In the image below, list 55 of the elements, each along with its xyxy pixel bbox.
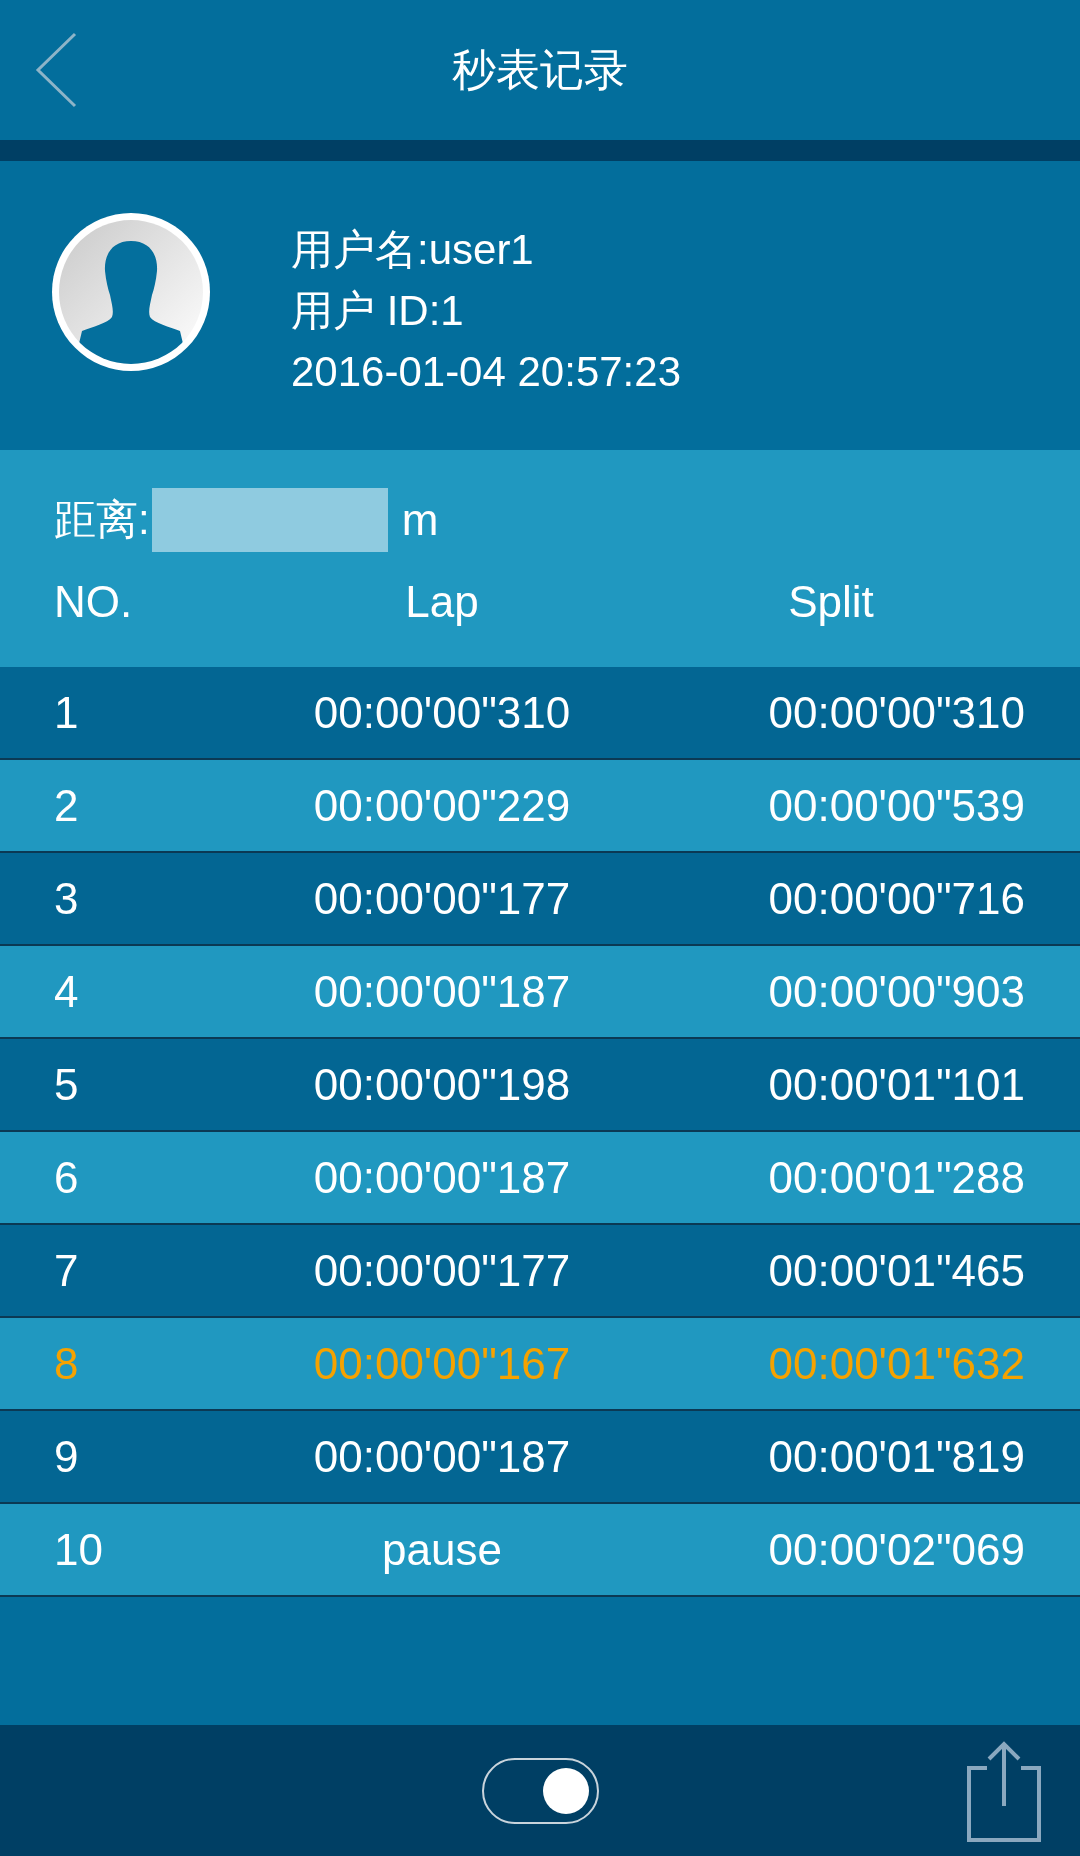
back-icon	[35, 32, 77, 108]
split-time: 00:00'00"903	[768, 966, 1025, 1016]
split-time: 00:00'01"632	[768, 1338, 1025, 1388]
lap-row[interactable]: 9 00:00'00"187 00:00'01"819	[0, 1411, 1080, 1504]
lap-time: 00:00'00"187	[313, 1152, 571, 1202]
lap-time: 00:00'00"187	[313, 1431, 571, 1481]
lap-number: 6	[54, 1152, 79, 1202]
page-title: 秒表记录	[452, 48, 628, 92]
lap-time: 00:00'00"167	[313, 1338, 571, 1388]
split-time: 00:00'01"288	[768, 1152, 1025, 1202]
lap-row[interactable]: 10 pause 00:00'02"069	[0, 1504, 1080, 1597]
lap-number: 10	[54, 1524, 103, 1574]
column-header: NO.	[54, 577, 133, 626]
avatar-icon	[52, 213, 210, 371]
lap-row[interactable]: 7 00:00'00"177 00:00'01"465	[0, 1225, 1080, 1318]
lap-row[interactable]: 3 00:00'00"177 00:00'00"716	[0, 853, 1080, 946]
lap-time: 00:00'00"310	[313, 687, 571, 737]
lap-row[interactable]: 6 00:00'00"187 00:00'01"288	[0, 1132, 1080, 1225]
lap-number: 4	[54, 966, 79, 1016]
split-time: 00:00'00"539	[768, 780, 1025, 830]
toggle-thumb-icon	[542, 1767, 589, 1814]
lap-row[interactable]: 5 00:00'00"198 00:00'01"101	[0, 1039, 1080, 1132]
share-button[interactable]	[966, 1739, 1042, 1843]
datetime-text: 2016-01-04 20:57:23	[291, 347, 681, 397]
distance-input-field[interactable]	[151, 488, 388, 552]
distance-label: 距离:	[54, 499, 150, 541]
lap-time: 00:00'00"177	[313, 873, 571, 923]
lap-time: 00:00'00"229	[313, 780, 571, 830]
lap-time: 00:00'00"187	[313, 966, 571, 1016]
toggle-switch[interactable]	[481, 1757, 599, 1824]
lap-row[interactable]: 2 00:00'00"229 00:00'00"539	[0, 760, 1080, 853]
lap-number: 1	[54, 687, 79, 737]
split-time: 00:00'01"819	[768, 1431, 1025, 1481]
lap-number: 5	[54, 1059, 79, 1109]
split-time: 00:00'00"310	[768, 687, 1025, 737]
distance-unit: m	[401, 498, 439, 542]
user-id-text: 用户 ID:1	[291, 286, 465, 336]
username-text: 用户名:user1	[291, 225, 535, 275]
lap-row[interactable]: 1 00:00'00"310 00:00'00"310	[0, 667, 1080, 760]
split-time: 00:00'00"716	[768, 873, 1025, 923]
split-time: 00:00'02"069	[768, 1524, 1025, 1574]
lap-number: 3	[54, 873, 79, 923]
lap-time: pause	[382, 1524, 502, 1574]
split-time: 00:00'01"101	[768, 1059, 1025, 1109]
column-header: Split	[788, 577, 874, 626]
lap-time: 00:00'00"198	[313, 1059, 571, 1109]
lap-time: 00:00'00"177	[313, 1245, 571, 1295]
lap-number: 2	[54, 780, 79, 830]
lap-number: 7	[54, 1245, 79, 1295]
lap-number: 9	[54, 1431, 79, 1481]
lap-number: 8	[54, 1338, 79, 1388]
column-header: Lap	[405, 577, 479, 626]
share-icon	[967, 1740, 1041, 1842]
split-time: 00:00'01"465	[768, 1245, 1025, 1295]
lap-row[interactable]: 4 00:00'00"187 00:00'00"903	[0, 946, 1080, 1039]
